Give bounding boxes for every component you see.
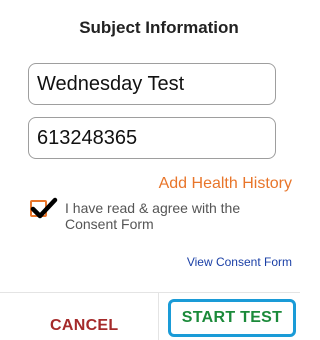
subject-name-value: Wednesday Test: [37, 73, 185, 95]
checkmark-icon: [30, 197, 58, 219]
view-consent-form-link[interactable]: View Consent Form: [187, 255, 292, 269]
subject-id-value: 613248365: [37, 127, 138, 149]
subject-information-dialog: Subject Information Wednesday Test 61324…: [0, 0, 300, 340]
start-test-button[interactable]: START TEST: [168, 299, 296, 337]
consent-label: I have read & agree with the Consent For…: [65, 200, 241, 232]
subject-name-field[interactable]: Wednesday Test: [28, 63, 276, 105]
consent-checkbox[interactable]: [30, 197, 58, 219]
consent-row: I have read & agree with the Consent For…: [30, 196, 290, 236]
dialog-title: Subject Information: [79, 18, 239, 37]
add-health-history-link[interactable]: Add Health History: [159, 175, 292, 193]
footer-divider: [158, 293, 159, 340]
subject-id-field[interactable]: 613248365: [28, 117, 276, 159]
dialog-footer: CANCEL START TEST: [0, 292, 300, 340]
cancel-button[interactable]: CANCEL: [50, 317, 118, 335]
